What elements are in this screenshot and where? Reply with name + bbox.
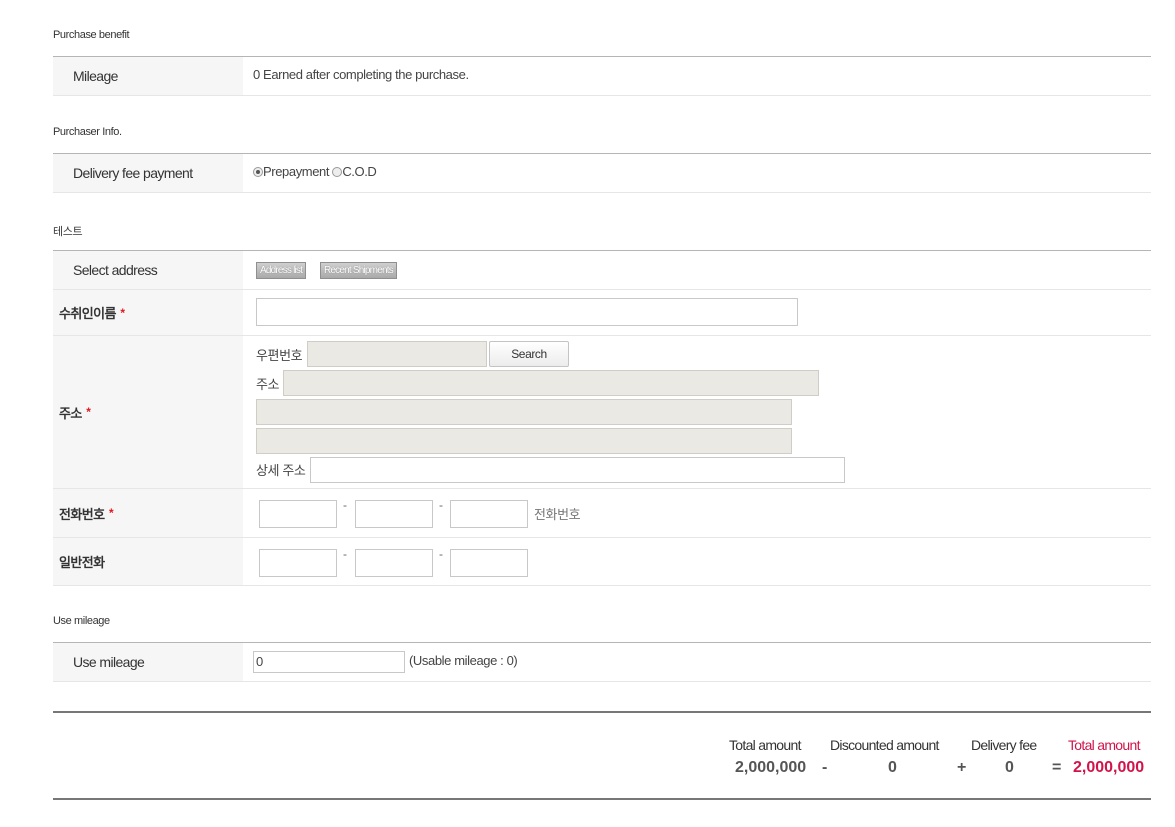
detail-address-label: 상세 주소 [256, 463, 306, 478]
use-mileage-input[interactable]: 0 [253, 651, 405, 673]
section-title-use-mileage: Use mileage [53, 615, 110, 627]
benefit-table: Mileage 0 Earned after completing the pu… [53, 56, 1151, 96]
postcode-input[interactable] [307, 341, 487, 367]
phone-cell: - - 전화번호 [243, 489, 1151, 537]
order-summary: Total amount 2,000,000 - Discounted amou… [53, 711, 1151, 800]
radio-prepayment-label: Prepayment [263, 164, 330, 179]
required-mark: * [85, 405, 91, 419]
required-mark: * [119, 305, 125, 320]
purchaser-table: Delivery fee payment Prepayment C.O.D [53, 153, 1151, 193]
radio-unchecked-icon[interactable] [332, 167, 343, 177]
minus-operator: - [822, 759, 828, 776]
phone-row: 전화번호 * - - 전화번호 [53, 489, 1151, 538]
mileage-cell: 0 Earned after completing the purchase. [243, 57, 1151, 95]
phone-input-1[interactable] [259, 500, 337, 528]
summary-discount-value: 0 [888, 759, 897, 776]
address-input-2[interactable] [256, 399, 792, 425]
landline-input-2[interactable] [355, 549, 433, 577]
summary-delivery-label: Delivery fee [971, 737, 1037, 753]
summary-grand-value: 2,000,000 [1073, 759, 1145, 776]
phone-dash: - [439, 498, 443, 512]
phone-label: 전화번호 * [53, 489, 243, 537]
recipient-name-input[interactable] [256, 298, 798, 326]
address-input-1[interactable] [283, 370, 819, 396]
section-title-benefit: Purchase benefit [53, 29, 130, 41]
recipient-row: 수취인이름 * [53, 290, 1151, 336]
radio-checked-icon[interactable] [253, 167, 263, 177]
mileage-row: Mileage 0 Earned after completing the pu… [53, 57, 1151, 96]
select-address-row: Select address Address list Recent Shipm… [53, 251, 1151, 290]
summary-total-label: Total amount [729, 737, 801, 753]
use-mileage-row: Use mileage 0 (Usable mileage : 0) [53, 643, 1151, 682]
use-mileage-table: Use mileage 0 (Usable mileage : 0) [53, 642, 1151, 682]
phone-input-3[interactable] [450, 500, 528, 528]
summary-grand-label: Total amount [1068, 737, 1140, 753]
radio-cod-label: C.O.D [342, 164, 377, 179]
summary-delivery-value: 0 [1005, 759, 1014, 776]
equals-operator: = [1052, 759, 1062, 776]
section-title-shipping: 테스트 [53, 226, 83, 238]
postcode-search-button[interactable]: Search [489, 341, 569, 367]
recipient-label: 수취인이름 * [53, 290, 243, 335]
summary-total-value: 2,000,000 [735, 759, 807, 776]
landline-input-3[interactable] [450, 549, 528, 577]
address-input-3[interactable] [256, 428, 792, 454]
address-row: 주소 * 우편번호 Search 주소 상세 주소 [53, 336, 1151, 489]
landline-row: 일반전화 - - [53, 538, 1151, 586]
select-address-label: Select address [53, 251, 243, 289]
summary-discount-label: Discounted amount [830, 737, 939, 753]
delivery-payment-row: Delivery fee payment Prepayment C.O.D [53, 154, 1151, 193]
landline-label: 일반전화 [53, 538, 243, 585]
plus-operator: + [957, 759, 967, 776]
required-mark: * [108, 506, 113, 520]
phone-hint: 전화번호 [534, 507, 581, 522]
recipient-cell [243, 290, 1151, 335]
detail-address-input[interactable] [310, 457, 845, 483]
select-address-cell: Address list Recent Shipments [243, 251, 1151, 289]
recent-shipments-button[interactable]: Recent Shipments [320, 262, 397, 279]
section-title-purchaser: Purchaser Info. [53, 126, 122, 138]
radio-prepayment[interactable]: Prepayment C.O.D [253, 164, 377, 179]
address-label: 주소 * [53, 336, 243, 488]
use-mileage-cell: 0 (Usable mileage : 0) [243, 643, 1151, 681]
mileage-label: Mileage [53, 57, 243, 95]
use-mileage-label: Use mileage [53, 643, 243, 681]
landline-dash: - [439, 547, 443, 561]
address-list-button[interactable]: Address list [256, 262, 307, 279]
landline-dash: - [343, 547, 347, 561]
shipping-table: Select address Address list Recent Shipm… [53, 250, 1151, 586]
delivery-payment-cell: Prepayment C.O.D [243, 154, 1151, 192]
mileage-text: 0 Earned after completing the purchase. [253, 67, 469, 82]
usable-mileage-text: (Usable mileage : 0) [409, 653, 518, 668]
landline-input-1[interactable] [259, 549, 337, 577]
phone-dash: - [343, 498, 347, 512]
landline-cell: - - [243, 538, 1151, 585]
address-cell: 우편번호 Search 주소 상세 주소 [243, 336, 1151, 488]
postcode-label: 우편번호 [256, 348, 303, 363]
phone-input-2[interactable] [355, 500, 433, 528]
delivery-payment-label: Delivery fee payment [53, 154, 243, 192]
addr-label: 주소 [256, 377, 280, 392]
